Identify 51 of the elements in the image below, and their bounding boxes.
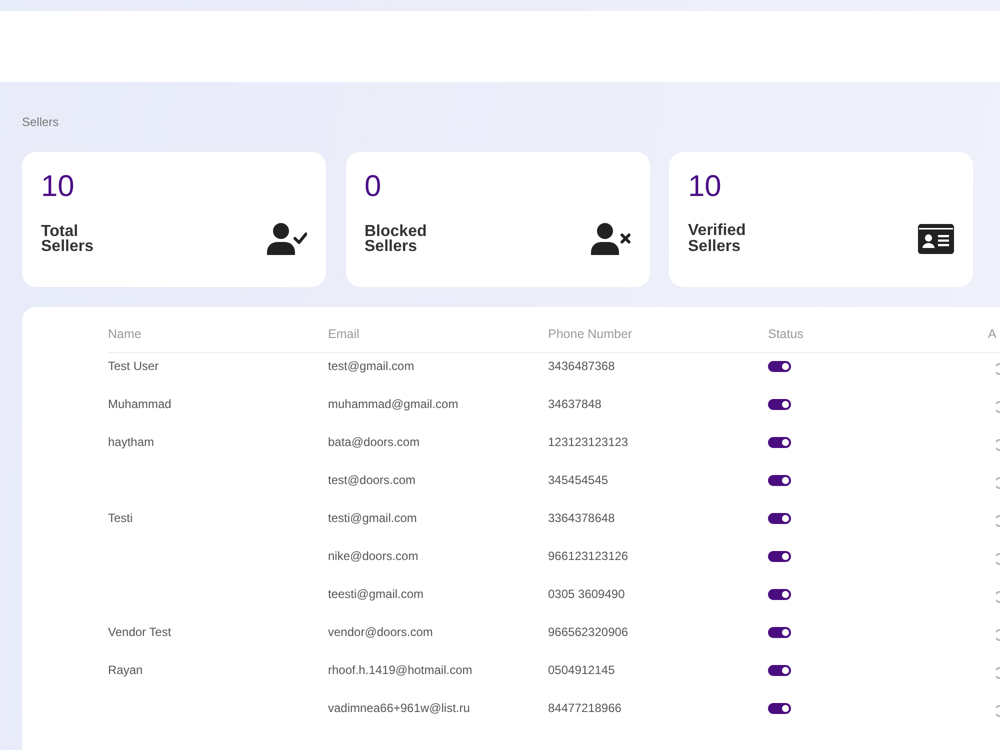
column-header: Phone Number bbox=[548, 327, 632, 342]
table-cell: vendor@doors.com bbox=[328, 625, 433, 639]
column-header: Name bbox=[108, 327, 142, 342]
table-cell: Testi bbox=[108, 511, 133, 525]
table-cell: 0504912145 bbox=[548, 663, 615, 677]
stat-label: Blocked Sellers bbox=[364, 224, 427, 254]
status-toggle[interactable] bbox=[768, 589, 791, 600]
table-cell: 123123123123 bbox=[548, 435, 628, 449]
stat-value: 0 bbox=[364, 169, 382, 205]
stat-value: 10 bbox=[41, 169, 74, 205]
table-cell: testi@gmail.com bbox=[328, 511, 417, 525]
table-cell: bata@doors.com bbox=[328, 435, 420, 449]
column-header: Email bbox=[328, 327, 360, 342]
id-card-icon bbox=[918, 224, 954, 254]
table-cell: Vendor Test bbox=[108, 625, 172, 639]
table-cell: 34637848 bbox=[548, 397, 602, 411]
table-cell: teesti@gmail.com bbox=[328, 587, 424, 601]
table-cell: haytham bbox=[108, 435, 154, 449]
table-cell: Muhammad bbox=[108, 397, 172, 411]
status-toggle[interactable] bbox=[768, 627, 791, 638]
table-cell: test@gmail.com bbox=[328, 359, 414, 373]
table-cell: vadimnea66+961w@list.ru bbox=[328, 701, 470, 715]
column-header: Status bbox=[768, 327, 804, 342]
table-cell: 84477218966 bbox=[548, 701, 622, 715]
status-toggle[interactable] bbox=[768, 361, 791, 372]
stat-value: 10 bbox=[688, 169, 722, 205]
table-cell: 966123123126 bbox=[548, 549, 628, 563]
table-cell: 345454545 bbox=[548, 473, 608, 487]
status-toggle[interactable] bbox=[768, 399, 791, 410]
table-cell: Rayan bbox=[108, 663, 143, 677]
user-x-icon bbox=[590, 223, 630, 255]
status-toggle[interactable] bbox=[768, 437, 791, 448]
table-cell: rhoof.h.1419@hotmail.com bbox=[328, 663, 472, 677]
table-cell: 3436487368 bbox=[548, 359, 615, 373]
status-toggle[interactable] bbox=[768, 703, 791, 714]
status-toggle[interactable] bbox=[768, 475, 791, 486]
status-toggle[interactable] bbox=[768, 665, 791, 676]
status-toggle[interactable] bbox=[768, 551, 791, 562]
table-cell: nike@doors.com bbox=[328, 549, 418, 563]
column-header: A bbox=[988, 327, 996, 342]
table-cell: Test User bbox=[108, 359, 159, 373]
stat-label: Verified Sellers bbox=[688, 223, 746, 254]
status-toggle[interactable] bbox=[768, 513, 791, 524]
table-cell: 966562320906 bbox=[548, 625, 628, 639]
table-cell: 0305 3609490 bbox=[548, 587, 625, 601]
user-check-icon bbox=[267, 223, 307, 255]
table-cell: 3364378648 bbox=[548, 511, 615, 525]
table-cell: muhammad@gmail.com bbox=[328, 397, 458, 411]
table-cell: test@doors.com bbox=[328, 473, 416, 487]
stat-label: Total Sellers bbox=[41, 224, 94, 254]
breadcrumb: Sellers bbox=[22, 115, 59, 129]
